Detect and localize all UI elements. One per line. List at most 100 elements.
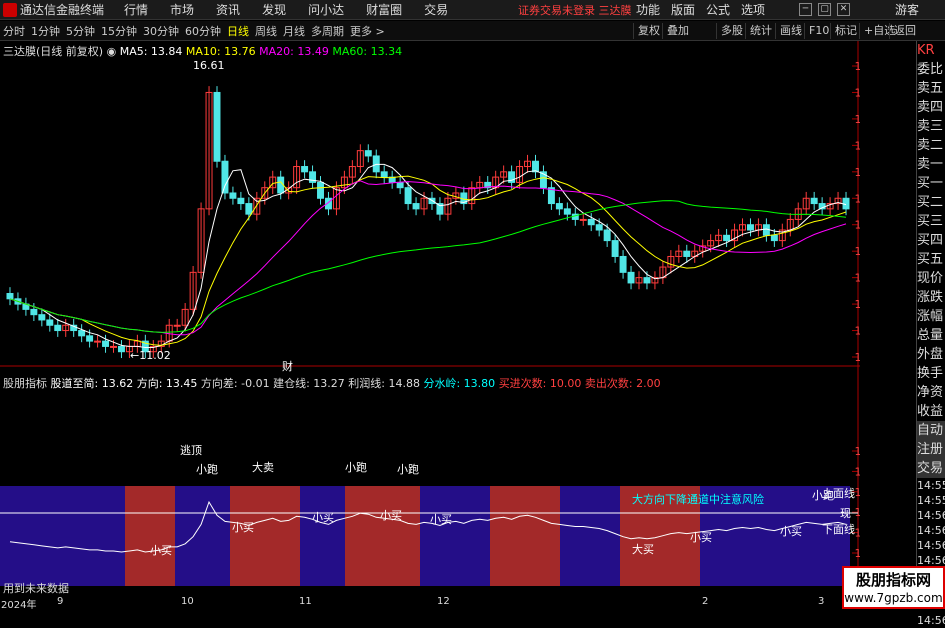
price-label: 12.50	[855, 272, 861, 285]
price-axis: 16.50 16.00 15.50 15.00 14.50 14.00 13.50 13.00…	[852, 60, 860, 364]
period-tick[interactable]: 分时	[3, 23, 25, 39]
candle-body	[746, 224, 754, 231]
period-monthly[interactable]: 月线	[283, 23, 305, 39]
side-panel-item: 买三	[917, 214, 944, 229]
candle-body	[54, 324, 62, 332]
period-weekly[interactable]: 周线	[255, 23, 277, 39]
ind-annotation: 上面线	[822, 486, 855, 500]
maximize-button[interactable]: ▢	[818, 3, 831, 16]
close-button[interactable]: ✕	[837, 3, 850, 16]
ind-annotation: 小买	[312, 511, 334, 524]
f10-button[interactable]: F10	[804, 23, 833, 39]
app-name: 通达信金融终端	[20, 3, 105, 17]
menu-market[interactable]: 市场	[170, 1, 194, 18]
ind-annotation: 用到未来数据	[3, 581, 69, 594]
date-10: 10	[181, 596, 194, 607]
period-5min[interactable]: 5分钟	[66, 23, 95, 39]
candle-body	[78, 330, 86, 337]
side-panel-item[interactable]: 注册	[917, 440, 945, 459]
menu-formula[interactable]: 公式	[706, 1, 730, 18]
menu-trade[interactable]: 交易	[424, 1, 448, 18]
ind-annotation: 小买	[690, 531, 712, 544]
draw-line-button[interactable]: 画线	[775, 23, 806, 39]
candle-body	[595, 224, 603, 231]
ind-axis-label: 15.00	[855, 486, 861, 499]
price-label: 13.50	[855, 219, 861, 232]
annotations: 16.61 ←11.02 财	[130, 59, 293, 373]
main-header: 三达膜(日线 前复权) ◉ MA5: 13.84 MA10: 13.76 MA2…	[3, 45, 403, 58]
menu-quotes[interactable]: 行情	[124, 1, 148, 18]
date-2: 2	[702, 596, 709, 607]
candle-body	[229, 192, 237, 199]
period-1min[interactable]: 1分钟	[31, 23, 60, 39]
period-toolbar: 分时 1分钟 5分钟 15分钟 30分钟 60分钟 日线 周线 月线 多周期 更…	[0, 21, 945, 41]
ind-annotation: 下面线	[822, 522, 855, 536]
login-alert: 证券交易未登录 三达膜	[518, 3, 632, 17]
candle-body	[587, 218, 595, 226]
menu-news[interactable]: 资讯	[216, 1, 240, 18]
date-11: 11	[299, 596, 312, 607]
watermark-title: 股朋指标网	[855, 571, 931, 589]
stats-button[interactable]: 统计	[745, 23, 776, 39]
price-label: 11.50	[855, 325, 861, 338]
adjust-button[interactable]: 复权	[633, 23, 664, 39]
side-panel-item[interactable]: 交易	[917, 459, 945, 478]
candle-body	[555, 203, 563, 210]
mark-button[interactable]: 标记	[830, 23, 861, 39]
ind-annotation: 大买	[632, 542, 654, 556]
side-panel-item: 买五	[917, 252, 944, 267]
side-panel-item: 买一	[917, 176, 944, 191]
period-15min[interactable]: 15分钟	[101, 23, 137, 39]
period-multi[interactable]: 多周期	[311, 23, 344, 39]
menu-layout[interactable]: 版面	[671, 1, 695, 18]
multi-stock-button[interactable]: 多股	[716, 23, 747, 39]
ind-direction: 方向: 13.45	[136, 377, 198, 390]
ma20-value: MA20: 13.49	[259, 45, 329, 58]
menu-options[interactable]: 选项	[741, 1, 765, 18]
candle-body	[102, 340, 110, 347]
title-bar: 通达信金融终端 行情 市场 资讯 发现 问小达 财富圈 交易 证券交易未登录 三…	[0, 0, 945, 20]
side-panel-item[interactable]: 自动	[917, 421, 945, 440]
period-more[interactable]: 更多 >	[350, 23, 385, 39]
price-label: 15.00	[855, 139, 861, 152]
menu-wealth[interactable]: 财富圈	[366, 1, 402, 18]
ind-water: 分水岭: 13.80	[423, 377, 496, 390]
candle-body	[396, 181, 404, 189]
ind-band-block	[420, 486, 490, 586]
minimize-button[interactable]: ─	[799, 3, 812, 16]
menu-discover[interactable]: 发现	[262, 1, 286, 18]
menu-function[interactable]: 功能	[636, 1, 660, 18]
date-axis: 2024年 9 10 11 12 2 3	[0, 596, 945, 611]
candle-body	[364, 150, 372, 157]
kline-chart[interactable]: 17.00 16.00 15.00 14.00 13.00 12.00 逃顶大卖 小跑 小跑 小跑…	[0, 41, 860, 594]
side-panel-item: 14:56	[917, 524, 945, 537]
side-panel-item: 现价	[917, 271, 944, 286]
ind-direction-diff: 方向差: -0.01	[200, 377, 270, 390]
candle-body	[86, 335, 94, 342]
candle-body	[221, 160, 229, 194]
overlay-button[interactable]: 叠加	[662, 23, 693, 39]
ind-ghost: 股道至简: 13.62	[50, 377, 134, 390]
candle-body	[94, 340, 102, 343]
candle-body	[301, 166, 309, 173]
price-label: 16.00	[855, 86, 861, 99]
candle-body	[579, 218, 587, 221]
ind-band-block	[560, 486, 620, 586]
ind-annotation: 小买	[780, 525, 802, 538]
period-30min[interactable]: 30分钟	[143, 23, 179, 39]
guest-label[interactable]: 游客	[895, 1, 919, 18]
candle-body	[683, 250, 691, 257]
ind-band-block	[490, 486, 560, 586]
period-60min[interactable]: 60分钟	[185, 23, 221, 39]
period-daily[interactable]: 日线	[227, 23, 249, 39]
app-logo-icon	[3, 2, 17, 17]
finance-marker: 财	[282, 359, 293, 373]
ma60-value: MA60: 13.34	[332, 45, 403, 58]
back-button[interactable]: 返回	[889, 23, 920, 39]
ind-axis-label: 12.00	[855, 547, 861, 560]
ind-band-block	[0, 486, 125, 586]
candle-body	[404, 187, 412, 205]
right-menus: 功能 版面 公式 选项	[636, 1, 776, 18]
site-watermark: 股朋指标网 www.7gpzb.com	[842, 566, 945, 609]
menu-ask[interactable]: 问小达	[308, 1, 344, 18]
